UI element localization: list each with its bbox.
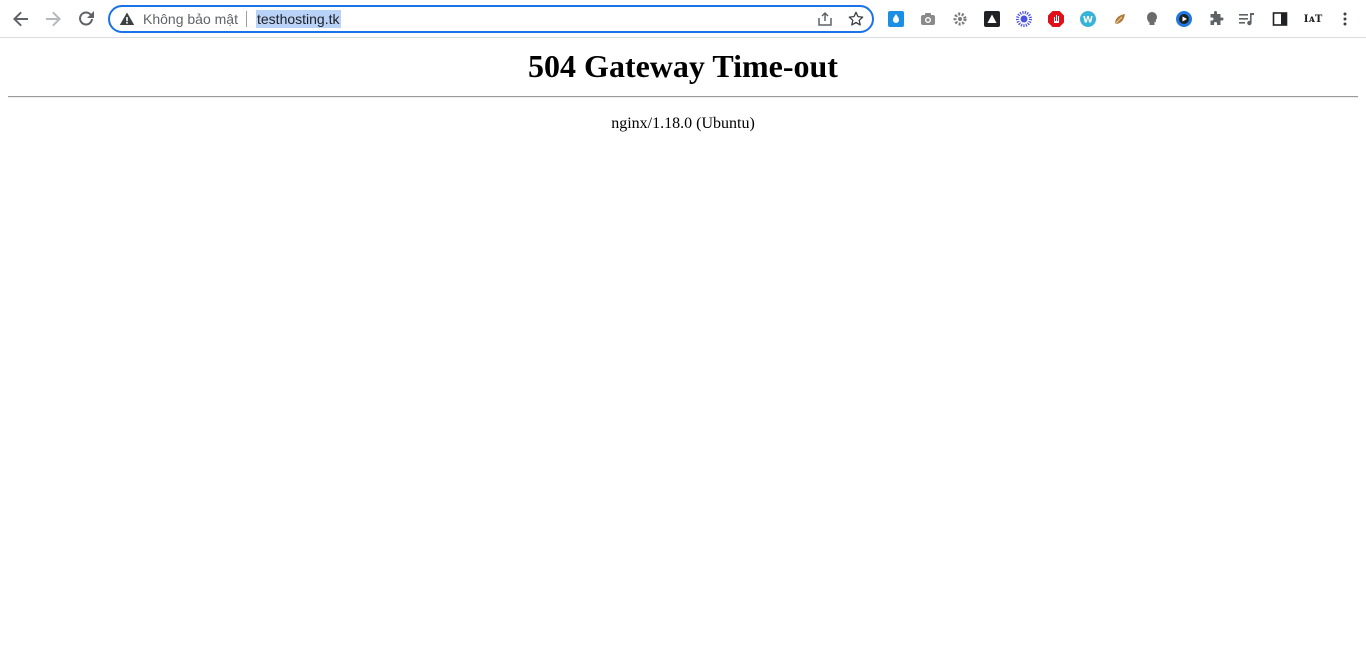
stop-hand-extension-icon [1048,11,1064,27]
side-panel-icon [1272,12,1288,26]
side-panel-button[interactable] [1270,9,1290,29]
url-text[interactable]: testhosting.tk [256,7,341,31]
more-menu-button[interactable] [1335,9,1355,29]
star-icon [848,11,864,26]
leaf-extension[interactable] [1110,9,1130,29]
w-extension-icon: W [1080,11,1096,27]
extensions-button[interactable] [1206,9,1226,29]
triangle-extension[interactable] [982,9,1002,29]
triangle-extension-icon [984,11,1000,27]
bookmark-button[interactable] [847,10,865,28]
security-label: Không bảo mật [143,11,238,27]
security-chip[interactable]: Không bảo mật [119,7,238,31]
sunburst-extension-icon [1016,11,1032,27]
droplet-extension-icon [888,11,904,27]
gear-extension[interactable] [950,9,970,29]
play-extension-icon [1176,11,1192,27]
camera-extension[interactable] [918,9,938,29]
more-menu-icon [1343,12,1347,26]
url-selected: testhosting.tk [256,10,341,28]
leaf-extension-icon [1114,14,1125,25]
share-icon [818,11,832,26]
sunburst-extension[interactable] [1014,9,1034,29]
share-button[interactable] [816,10,834,28]
gear-extension-icon [953,12,967,26]
media-queue-icon [1239,13,1254,26]
arrow-left-icon [13,11,28,27]
play-extension[interactable] [1174,9,1194,29]
reload-icon [79,11,94,26]
warning-icon [119,12,135,25]
arrow-right-icon [46,11,61,27]
w-extension-label: W [1083,16,1093,26]
browser-toolbar: Không bảo mật testhosting.tk W IᴀT [0,0,1366,38]
reload-button[interactable] [72,5,100,33]
translate-extension[interactable]: IᴀT [1302,9,1324,29]
back-button[interactable] [7,5,35,33]
head-extension-icon [1147,12,1157,25]
address-bar[interactable]: Không bảo mật testhosting.tk [108,5,874,33]
w-extension[interactable]: W [1078,9,1098,29]
head-extension[interactable] [1142,9,1162,29]
media-button[interactable] [1237,9,1257,29]
forward-button[interactable] [39,5,67,33]
page-title: 504 Gateway Time-out [528,48,838,84]
puzzle-icon [1210,11,1224,25]
chip-divider [246,11,247,27]
divider [8,96,1358,98]
droplet-extension[interactable] [886,9,906,29]
server-signature: nginx/1.18.0 (Ubuntu) [611,115,755,132]
stop-hand-extension[interactable] [1046,9,1066,29]
camera-extension-icon [921,13,935,25]
translate-extension-icon: IᴀT [1303,13,1323,25]
